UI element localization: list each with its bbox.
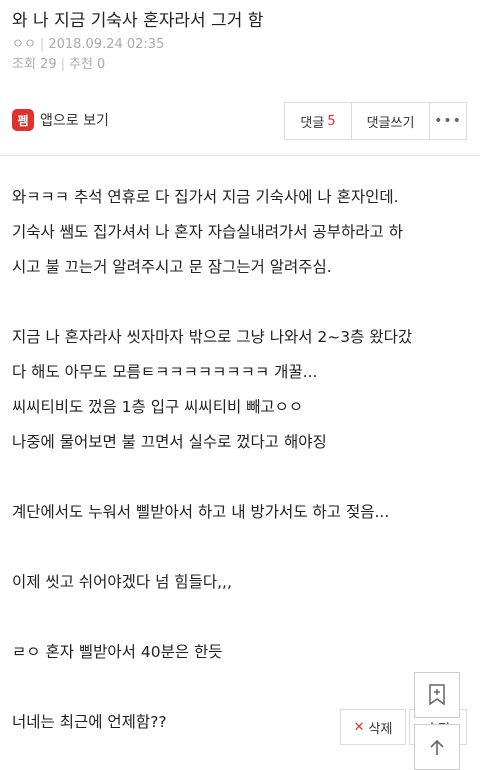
body-line: 기숙사 쌤도 집가셔서 나 혼자 자습실내려가서 공부하라고 하 xyxy=(12,223,403,241)
more-options-button[interactable]: ••• xyxy=(429,103,466,139)
comments-label: 댓글 xyxy=(300,115,325,131)
post-recommend: 추천 0 xyxy=(69,57,106,72)
body-line: 와ㅋㅋㅋ 추석 연휴로 다 집가서 지금 기숙사에 나 혼자인데. xyxy=(12,188,399,206)
app-logo-icon: 펨 xyxy=(12,109,34,131)
post-views: 조회 29 xyxy=(12,57,57,72)
post-date: 2018.09.24 02:35 xyxy=(48,37,165,52)
body-line: 시고 불 끄는거 알려주시고 문 잠그는거 알려주심. xyxy=(12,258,332,276)
app-view-button[interactable]: 펨 앱으로 보기 xyxy=(12,108,109,132)
comment-count-badge: 5 xyxy=(327,113,336,129)
delete-label: 삭제 xyxy=(368,721,393,737)
write-comment-button[interactable]: 댓글쓰기 xyxy=(351,103,429,139)
comment-button-group: 댓글 5 댓글쓰기 ••• xyxy=(284,102,467,140)
post-meta-stats: 조회 29 | 추천 0 xyxy=(12,53,105,72)
body-line: 이제 씻고 쉬어야겠다 넘 힘들다,,, xyxy=(12,573,232,591)
app-view-label: 앱으로 보기 xyxy=(40,113,109,129)
body-line: 지금 나 혼자라사 씻자마자 밖으로 그냥 나와서 2~3층 왔다갔 xyxy=(12,328,413,346)
post-title: 와 나 지금 기숙사 혼자라서 그거 함 xyxy=(12,11,264,31)
bookmark-add-button[interactable] xyxy=(414,672,460,718)
body-line: 씨씨티비도 껐음 1층 입구 씨씨티비 빼고ㅇㅇ xyxy=(12,398,304,416)
bookmark-plus-icon xyxy=(429,684,445,706)
body-line: 나중에 물어보면 불 끄면서 실수로 껐다고 해야징 xyxy=(12,433,327,451)
comments-button[interactable]: 댓글 5 xyxy=(285,103,351,139)
delete-button[interactable]: ✕ 삭제 xyxy=(340,709,406,745)
meta-separator: | xyxy=(60,57,65,72)
meta-separator: | xyxy=(39,37,45,52)
body-line: ㄹㅇ 혼자 삘받아서 40분은 한듯 xyxy=(12,643,223,661)
post-toolbar: 펨 앱으로 보기 댓글 5 댓글쓰기 ••• xyxy=(0,98,480,142)
content-divider xyxy=(0,155,480,156)
post-author[interactable]: ㅇㅇ xyxy=(12,37,36,52)
arrow-up-icon xyxy=(430,739,444,755)
body-line: 다 해도 아무도 모름ㅌㅋㅋㅋㅋㅋㅋㅋㅋ 개꿀... xyxy=(12,363,318,381)
close-icon: ✕ xyxy=(353,719,365,735)
post-body: 와ㅋㅋㅋ 추석 연휴로 다 집가서 지금 기숙사에 나 혼자인데. 기숙사 쌤도 … xyxy=(12,180,472,740)
scroll-top-button[interactable] xyxy=(414,724,460,770)
body-line: 계단에서도 누워서 삘받아서 하고 내 방가서도 하고 젖음... xyxy=(12,503,390,521)
post-meta-author-date: ㅇㅇ | 2018.09.24 02:35 xyxy=(12,33,164,52)
